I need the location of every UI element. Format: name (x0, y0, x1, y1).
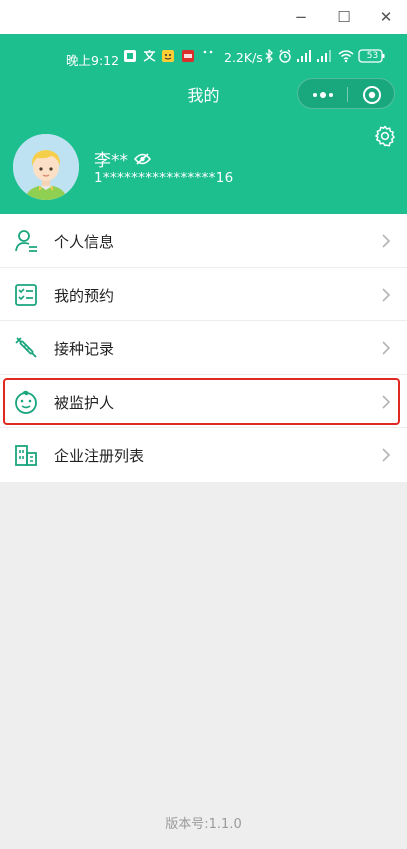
menu-item-vaccination-records[interactable]: 接种记录 (0, 321, 407, 375)
syringe-icon (15, 337, 37, 358)
network-speed: 2.2K/s (224, 50, 263, 65)
menu-item-label: 被监护人 (54, 393, 115, 412)
menu-item-enterprise-registration[interactable]: 企业注册列表 (0, 428, 407, 482)
chevron-right-icon (382, 448, 391, 462)
chevron-right-icon (382, 234, 391, 248)
minimize-button[interactable]: − (288, 6, 314, 28)
signal-icon-2 (316, 49, 332, 63)
status-bar: 晚上9:12 2.2K/s 53 (0, 46, 407, 70)
building-icon (15, 445, 37, 466)
person-icon (15, 230, 37, 252)
close-window-button[interactable]: ✕ (373, 6, 399, 28)
window-title-bar: − ☐ ✕ (0, 0, 407, 34)
user-id-number: 1****************16 (94, 170, 234, 186)
translate-icon (142, 49, 157, 63)
user-name: 李** (94, 151, 128, 171)
checklist-icon (15, 283, 37, 306)
menu-item-personal-info[interactable]: 个人信息 (0, 214, 407, 268)
news-app-icon (181, 49, 195, 63)
avatar[interactable] (13, 134, 79, 200)
close-mini-program-button[interactable] (347, 79, 396, 110)
emoji-app-icon (161, 49, 175, 63)
menu-item-my-appointments[interactable]: 我的预约 (0, 268, 407, 321)
status-time: 晚上9:12 (66, 53, 120, 68)
chevron-right-icon (382, 287, 391, 302)
menu-item-guardianship[interactable]: 被监护人 (0, 375, 407, 428)
more-options-button[interactable] (298, 79, 347, 110)
notification-app-icon (123, 49, 137, 63)
chevron-right-icon (382, 341, 391, 355)
alarm-icon (278, 49, 292, 63)
wifi-icon (338, 49, 354, 63)
user-name-row: 李** (94, 146, 151, 171)
maximize-button[interactable]: ☐ (331, 6, 357, 28)
menu-item-label: 我的预约 (54, 286, 115, 305)
menu-item-label: 个人信息 (54, 233, 115, 251)
menu-item-label: 企业注册列表 (54, 447, 145, 465)
signal-icon (296, 49, 312, 63)
version-label: 版本号:1.1.0 (165, 817, 242, 832)
hide-eye-icon[interactable] (134, 152, 151, 165)
settings-gear-icon[interactable] (373, 124, 397, 148)
bluetooth-icon (264, 49, 274, 63)
battery-level: 53 (366, 51, 379, 61)
menu-item-label: 接种记录 (54, 340, 115, 358)
chevron-right-icon (382, 394, 391, 409)
target-close-icon (362, 85, 381, 104)
child-face-icon (15, 390, 37, 414)
menu-list: 个人信息 我的预约 接种记录 被监护人 企业注册列表 (0, 214, 407, 482)
mini-program-capsule (297, 78, 395, 109)
more-dots-icon (202, 49, 214, 55)
